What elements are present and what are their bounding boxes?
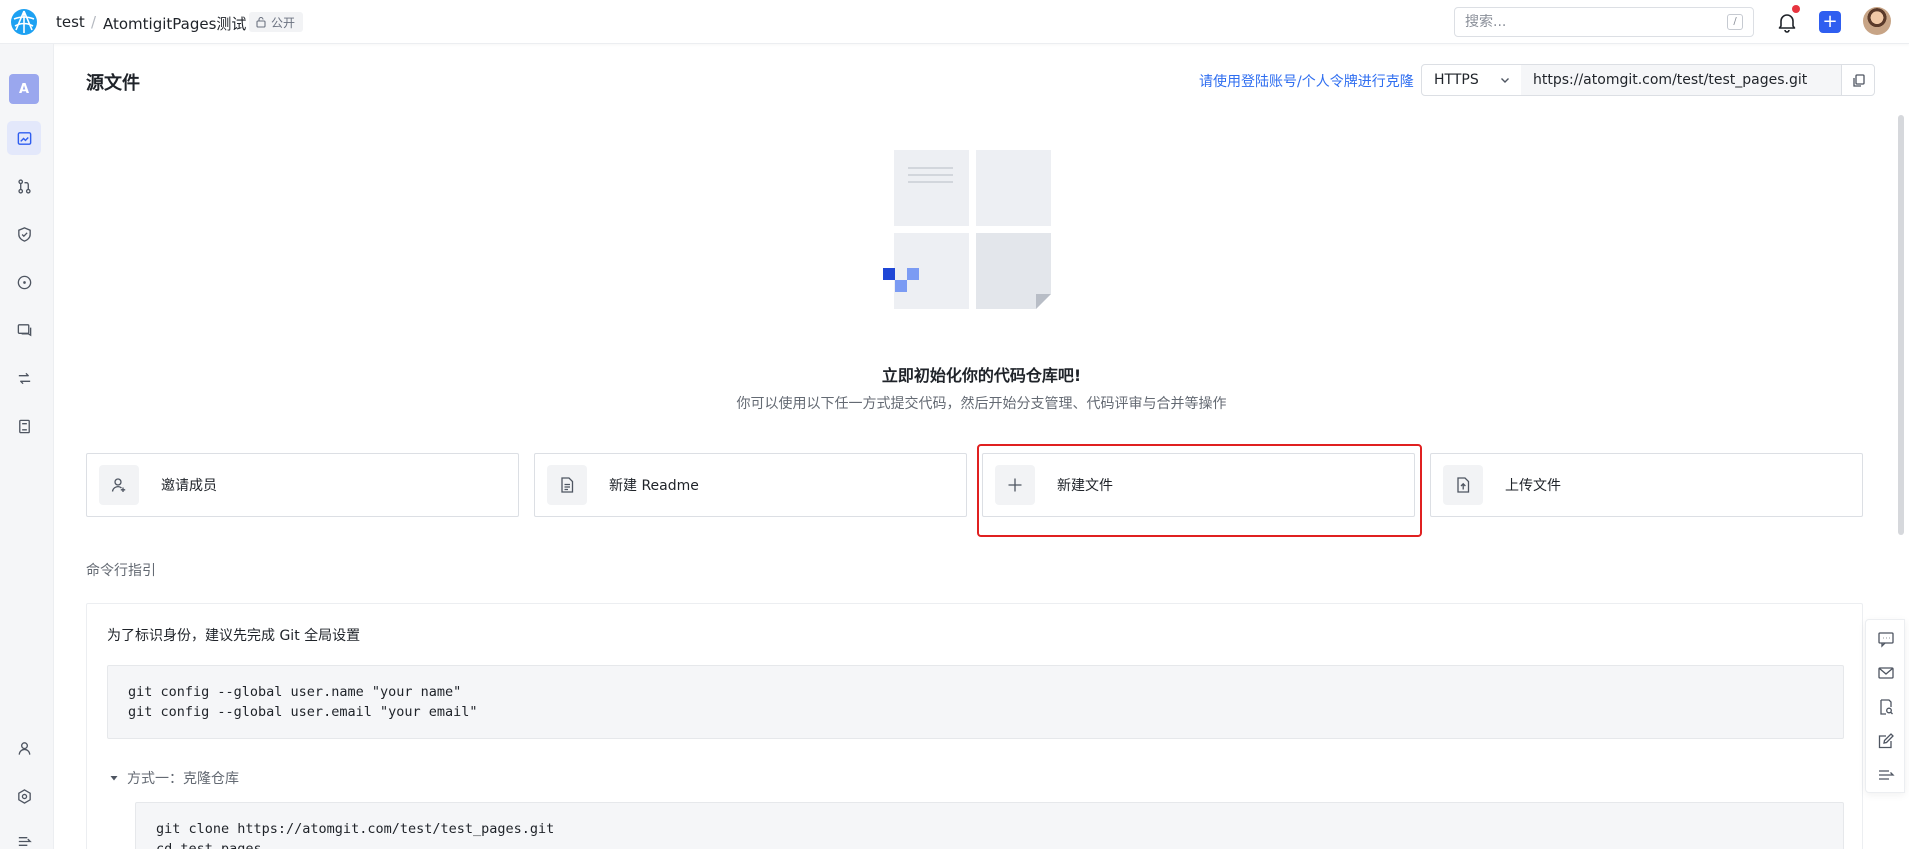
visibility-label: 公开 bbox=[271, 15, 296, 30]
readme-icon-wrap bbox=[547, 465, 587, 505]
atomgit-logo-icon[interactable] bbox=[10, 8, 38, 36]
chat-icon[interactable] bbox=[1877, 630, 1895, 648]
page-scrollbar[interactable] bbox=[1898, 115, 1904, 535]
search-input[interactable] bbox=[1465, 14, 1715, 30]
collapse-icon bbox=[18, 836, 32, 846]
notification-dot bbox=[1792, 5, 1800, 13]
invite-member-label: 邀请成员 bbox=[161, 478, 217, 494]
copy-icon bbox=[1852, 73, 1865, 87]
git-config-code-block[interactable]: git config --global user.name "your name… bbox=[107, 665, 1844, 739]
left-sidebar: A bbox=[0, 44, 54, 849]
invite-member-icon bbox=[111, 478, 126, 492]
new-readme-card[interactable]: 新建 Readme bbox=[534, 453, 967, 517]
clone-protocol-select[interactable]: HTTPS bbox=[1421, 64, 1522, 96]
sidebar-item-settings[interactable] bbox=[7, 779, 41, 813]
member-icon bbox=[18, 741, 30, 755]
expand-panel-icon[interactable] bbox=[1877, 766, 1895, 784]
new-file-icon-wrap bbox=[995, 465, 1035, 505]
notification-bell-icon[interactable] bbox=[1775, 10, 1799, 34]
sidebar-item-issues[interactable] bbox=[7, 265, 41, 299]
search-box[interactable]: / bbox=[1454, 7, 1754, 37]
lock-open-icon bbox=[256, 16, 266, 28]
merge-request-icon bbox=[17, 178, 31, 194]
page-title: 源文件 bbox=[86, 73, 140, 94]
mail-icon[interactable] bbox=[1877, 664, 1895, 682]
sidebar-item-wiki[interactable] bbox=[7, 409, 41, 443]
empty-repo-illustration bbox=[883, 150, 1051, 309]
visibility-badge: 公开 bbox=[249, 12, 304, 32]
user-avatar[interactable] bbox=[1863, 7, 1891, 35]
cli-guide-title: 命令行指引 bbox=[86, 563, 156, 579]
breadcrumb-owner[interactable]: test bbox=[56, 13, 85, 31]
sidebar-item-code[interactable] bbox=[7, 121, 41, 155]
sidebar-item-members[interactable] bbox=[7, 731, 41, 765]
clone-url-field[interactable]: https://atomgit.com/test/test_pages.git bbox=[1521, 64, 1842, 96]
plus-icon bbox=[1008, 478, 1022, 492]
new-file-label: 新建文件 bbox=[1057, 478, 1113, 494]
readme-file-icon bbox=[561, 477, 574, 493]
upload-file-card[interactable]: 上传文件 bbox=[1430, 453, 1863, 517]
breadcrumb-separator: / bbox=[91, 13, 97, 31]
caret-down-icon bbox=[110, 776, 118, 781]
sidebar-item-discussions[interactable] bbox=[7, 313, 41, 347]
new-readme-label: 新建 Readme bbox=[609, 478, 699, 494]
cli-intro-text: 为了标识身份，建议先完成 Git 全局设置 bbox=[107, 628, 361, 644]
chevron-down-icon bbox=[1501, 78, 1509, 83]
doc-search-icon[interactable] bbox=[1877, 698, 1895, 716]
invite-member-card[interactable]: 邀请成员 bbox=[86, 453, 519, 517]
search-shortcut-key: / bbox=[1727, 14, 1743, 30]
main-content: 源文件 请使用登陆账号/个人令牌进行克隆 HTTPS https://atomg… bbox=[54, 44, 1909, 849]
project-avatar[interactable]: A bbox=[9, 74, 39, 104]
upload-file-icon bbox=[1457, 477, 1470, 493]
method-one-toggle[interactable]: 方式一：克隆仓库 bbox=[109, 768, 239, 788]
new-file-card[interactable]: 新建文件 bbox=[982, 453, 1415, 517]
invite-member-icon-wrap bbox=[99, 465, 139, 505]
security-shield-icon bbox=[17, 226, 31, 242]
clone-auth-hint-link[interactable]: 请使用登陆账号/个人令牌进行克隆 bbox=[1199, 71, 1414, 91]
empty-state-title: 立即初始化你的代码仓库吧! bbox=[881, 366, 1082, 385]
copy-url-button[interactable] bbox=[1841, 64, 1875, 96]
cli-guide-panel: 为了标识身份，建议先完成 Git 全局设置 git config --globa… bbox=[86, 603, 1863, 849]
floating-toolbar bbox=[1865, 619, 1905, 793]
sidebar-item-merge-requests[interactable] bbox=[7, 169, 41, 203]
settings-icon bbox=[17, 788, 31, 804]
upload-file-label: 上传文件 bbox=[1505, 478, 1561, 494]
sidebar-item-pipelines[interactable] bbox=[7, 361, 41, 395]
top-bar: test / AtomtigitPages测试 公开 / + bbox=[0, 0, 1909, 44]
pipeline-icon bbox=[18, 372, 30, 384]
empty-state-subtitle: 你可以使用以下任一方式提交代码，然后开始分支管理、代码评审与合并等操作 bbox=[736, 396, 1227, 412]
sidebar-item-security[interactable] bbox=[7, 217, 41, 251]
method-one-label: 方式一：克隆仓库 bbox=[127, 771, 239, 787]
clone-protocol-value: HTTPS bbox=[1434, 72, 1479, 88]
clone-code-block[interactable]: git clone https://atomgit.com/test/test_… bbox=[135, 802, 1844, 849]
discussion-icon bbox=[17, 323, 31, 336]
wiki-book-icon bbox=[18, 419, 30, 433]
edit-icon[interactable] bbox=[1877, 732, 1895, 750]
create-new-button[interactable]: + bbox=[1819, 11, 1841, 33]
breadcrumb-repo[interactable]: AtomtigitPages测试 bbox=[103, 13, 246, 34]
upload-file-icon-wrap bbox=[1443, 465, 1483, 505]
issues-icon bbox=[17, 275, 31, 289]
repo-home-icon bbox=[17, 131, 31, 145]
sidebar-collapse[interactable] bbox=[7, 824, 41, 849]
